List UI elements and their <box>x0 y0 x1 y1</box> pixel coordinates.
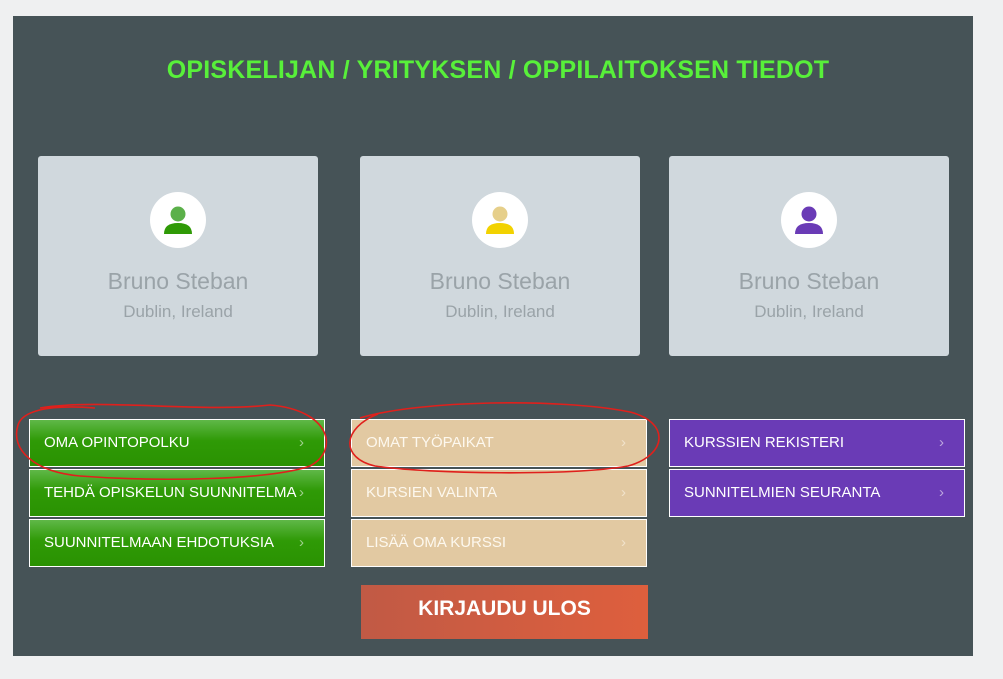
menu-item-label: KURSIEN VALINTA <box>366 484 498 501</box>
menu-item-sunnitelmien-seuranta[interactable]: SUNNITELMIEN SEURANTA › <box>669 469 965 517</box>
menu-item-opiskelun-suunnitelma[interactable]: TEHDÄ OPISKELUN SUUNNITELMA › <box>29 469 325 517</box>
profile-card-school: Bruno Steban Dublin, Ireland <box>669 156 949 356</box>
card-location: Dublin, Ireland <box>445 302 555 321</box>
menu-item-suunnitelmaan-ehdotuksia[interactable]: SUUNNITELMAAN EHDOTUKSIA › <box>29 519 325 567</box>
menu-item-label: SUUNNITELMAAN EHDOTUKSIA <box>44 534 275 551</box>
card-location: Dublin, Ireland <box>123 302 233 321</box>
school-menu: KURSSIEN REKISTERI › SUNNITELMIEN SEURAN… <box>669 419 965 519</box>
profile-card-company: Bruno Steban Dublin, Ireland <box>360 156 640 356</box>
chevron-right-icon: › <box>299 484 304 501</box>
menu-item-label: TEHDÄ OPISKELUN SUUNNITELMA <box>44 484 297 501</box>
menu-item-omat-tyopaikat[interactable]: OMAT TYÖPAIKAT › <box>351 419 647 467</box>
user-icon <box>150 192 206 248</box>
chevron-right-icon: › <box>299 434 304 451</box>
menu-item-label: OMA OPINTOPOLKU <box>44 434 190 451</box>
menu-item-label: KURSSIEN REKISTERI <box>684 434 845 451</box>
chevron-right-icon: › <box>621 484 626 501</box>
page-title: OPISKELIJAN / YRITYKSEN / OPPILAITOKSEN … <box>166 56 830 84</box>
card-name: Bruno Steban <box>738 268 880 294</box>
chevron-right-icon: › <box>939 484 944 501</box>
chevron-right-icon: › <box>621 534 626 551</box>
main-panel: OPISKELIJAN / YRITYKSEN / OPPILAITOKSEN … <box>13 16 973 656</box>
menu-item-lisaa-oma-kurssi[interactable]: LISÄÄ OMA KURSSI › <box>351 519 647 567</box>
chevron-right-icon: › <box>621 434 626 451</box>
user-icon <box>781 192 837 248</box>
menu-item-label: LISÄÄ OMA KURSSI <box>366 534 507 551</box>
company-menu: OMAT TYÖPAIKAT › KURSIEN VALINTA › LISÄÄ… <box>351 419 647 569</box>
menu-item-label: OMAT TYÖPAIKAT <box>366 434 494 451</box>
menu-item-oma-opintopolku[interactable]: OMA OPINTOPOLKU › <box>29 419 325 467</box>
menu-item-kursien-valinta[interactable]: KURSIEN VALINTA › <box>351 469 647 517</box>
profile-card-student: Bruno Steban Dublin, Ireland <box>38 156 318 356</box>
logout-button[interactable]: KIRJAUDU ULOS <box>361 585 648 639</box>
chevron-right-icon: › <box>939 434 944 451</box>
student-menu: OMA OPINTOPOLKU › TEHDÄ OPISKELUN SUUNNI… <box>29 419 325 569</box>
menu-item-label: SUNNITELMIEN SEURANTA <box>684 484 881 501</box>
card-name: Bruno Steban <box>107 268 249 294</box>
card-location: Dublin, Ireland <box>754 302 864 321</box>
user-icon <box>472 192 528 248</box>
menu-item-kurssien-rekisteri[interactable]: KURSSIEN REKISTERI › <box>669 419 965 467</box>
card-name: Bruno Steban <box>429 268 571 294</box>
chevron-right-icon: › <box>299 534 304 551</box>
